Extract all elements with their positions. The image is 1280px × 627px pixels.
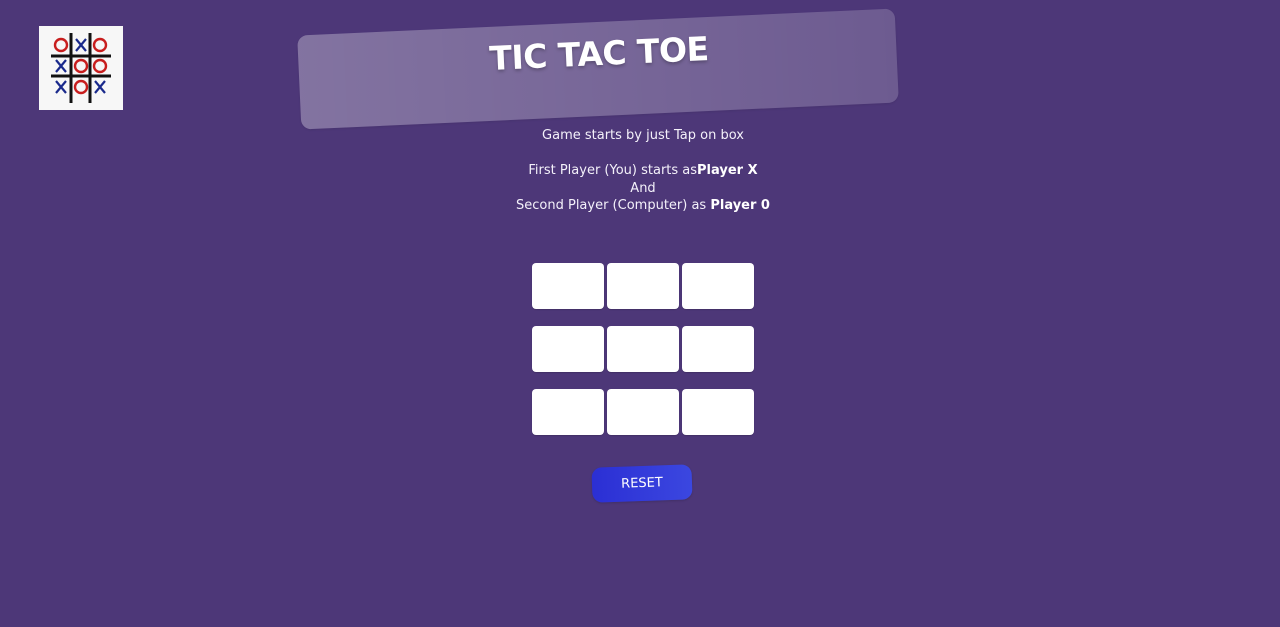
- instructions-line-1: Game starts by just Tap on box: [542, 128, 744, 143]
- board-cell-5[interactable]: [607, 326, 679, 372]
- board-row-3: [532, 389, 754, 435]
- board-cell-3[interactable]: [682, 263, 754, 309]
- reset-button[interactable]: RESET: [591, 464, 693, 503]
- board-row-1: [532, 263, 754, 309]
- board-cell-4[interactable]: [532, 326, 604, 372]
- game-board: [532, 263, 754, 452]
- tic-tac-toe-logo-icon: [39, 26, 123, 110]
- board-cell-7[interactable]: [532, 389, 604, 435]
- board-cell-2[interactable]: [607, 263, 679, 309]
- instructions-and: And: [630, 180, 656, 196]
- instructions-first-player: First Player (You) starts asPlayer X: [528, 163, 758, 178]
- instructions-start: Game starts by just Tap on box: [0, 127, 1280, 145]
- board-cell-6[interactable]: [682, 326, 754, 372]
- board-cell-1[interactable]: [532, 263, 604, 309]
- instructions-players: First Player (You) starts asPlayer X And…: [0, 162, 1280, 215]
- board-cell-9[interactable]: [682, 389, 754, 435]
- player-0-label: Player 0: [710, 198, 770, 213]
- board-row-2: [532, 326, 754, 372]
- player-x-label: Player X: [697, 163, 758, 178]
- board-cell-8[interactable]: [607, 389, 679, 435]
- instructions-second-player: Second Player (Computer) as Player 0: [516, 198, 770, 213]
